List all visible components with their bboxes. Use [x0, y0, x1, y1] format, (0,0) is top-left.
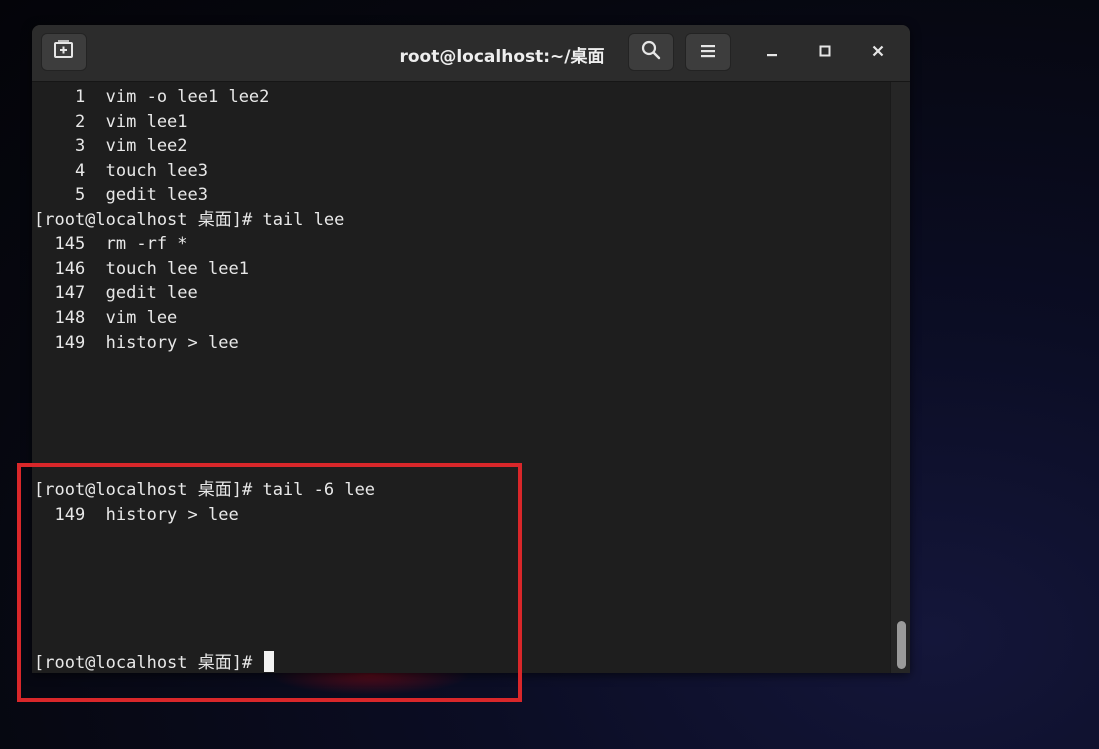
minimize-icon [765, 43, 779, 62]
maximize-button[interactable] [803, 33, 847, 71]
terminal-prompt-line: [root@localhost 桌面]# tail lee [34, 210, 345, 230]
terminal-line: 4 touch lee3 [34, 161, 208, 181]
close-icon [871, 43, 885, 62]
terminal-line: 2 vim lee1 [34, 112, 188, 132]
terminal-line: 1 vim -o lee1 lee2 [34, 87, 270, 107]
new-tab-icon [53, 40, 75, 64]
terminal-line: 5 gedit lee3 [34, 185, 208, 205]
minimize-button[interactable] [750, 33, 794, 71]
menu-button[interactable] [685, 33, 731, 71]
scrollbar-thumb[interactable] [897, 621, 906, 669]
close-button[interactable] [856, 33, 900, 71]
search-icon [641, 40, 661, 64]
annotation-highlight-box [17, 463, 522, 702]
new-tab-button[interactable] [41, 33, 87, 71]
title-bar: root@localhost:~/桌面 [32, 25, 910, 82]
hamburger-menu-icon [700, 43, 716, 62]
search-button[interactable] [628, 33, 674, 71]
vertical-scrollbar[interactable] [890, 82, 910, 673]
terminal-line: 147 gedit lee [34, 283, 198, 303]
terminal-line: 3 vim lee2 [34, 136, 188, 156]
maximize-icon [818, 43, 832, 62]
terminal-line: 146 touch lee lee1 [34, 259, 249, 279]
terminal-line: 148 vim lee [34, 308, 178, 328]
terminal-line: 145 rm -rf * [34, 234, 188, 254]
terminal-line: 149 history > lee [34, 333, 239, 353]
